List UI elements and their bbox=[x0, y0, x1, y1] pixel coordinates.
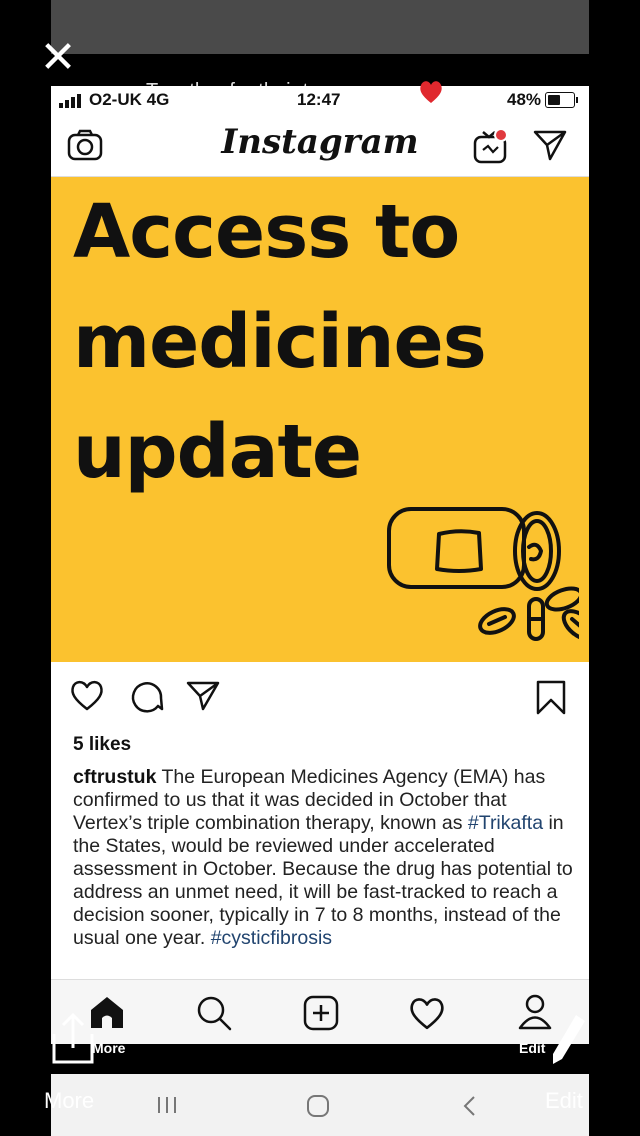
likes-count[interactable]: 5 likes bbox=[73, 734, 131, 756]
upload-icon[interactable] bbox=[50, 1012, 96, 1066]
battery-icon bbox=[545, 92, 575, 108]
post-image[interactable]: Access to medicines update bbox=[51, 177, 589, 662]
recent-apps-icon[interactable] bbox=[155, 1094, 179, 1116]
signal-icon bbox=[59, 94, 81, 108]
hashtag-cysticfibrosis[interactable]: #cysticfibrosis bbox=[211, 927, 332, 949]
pill-bottle-illustration bbox=[387, 507, 579, 641]
search-icon[interactable] bbox=[195, 994, 233, 1032]
viewer-top-bar bbox=[51, 0, 589, 54]
heart-icon[interactable] bbox=[69, 678, 105, 712]
image-text-line-3: update bbox=[73, 409, 362, 495]
hashtag-trikafta[interactable]: #Trikafta bbox=[468, 812, 543, 834]
post-actions bbox=[51, 674, 589, 718]
shared-screenshot: O2-UK 4G 12:47 48% Instagram Access to m… bbox=[51, 86, 589, 1044]
share-icon[interactable] bbox=[185, 680, 221, 712]
carrier-label: O2-UK 4G bbox=[89, 90, 170, 109]
status-bar: O2-UK 4G 12:47 48% bbox=[51, 86, 589, 114]
image-text-line-1: Access to bbox=[73, 189, 460, 275]
activity-heart-icon[interactable] bbox=[408, 995, 446, 1031]
clock: 12:47 bbox=[297, 90, 341, 109]
direct-message-icon[interactable] bbox=[532, 128, 568, 162]
add-icon[interactable] bbox=[302, 994, 340, 1032]
edit-button[interactable]: Edit bbox=[545, 1088, 583, 1114]
more-overlay-label[interactable]: More bbox=[92, 1040, 125, 1056]
instagram-bottom-nav bbox=[51, 979, 589, 1044]
home-button-icon[interactable] bbox=[306, 1095, 330, 1117]
battery-percent: 48% bbox=[507, 90, 542, 109]
phone-navigation-bar bbox=[51, 1074, 589, 1136]
back-icon[interactable] bbox=[461, 1095, 479, 1117]
edit-overlay-label[interactable]: Edit bbox=[519, 1040, 545, 1056]
more-button[interactable]: More bbox=[44, 1088, 94, 1114]
battery-level-fill bbox=[548, 95, 560, 105]
close-icon[interactable]: ✕ bbox=[36, 36, 80, 80]
pencil-icon[interactable] bbox=[548, 1012, 588, 1068]
image-text-line-2: medicines bbox=[73, 299, 487, 385]
caption-username[interactable]: cftrustuk bbox=[73, 766, 156, 788]
instagram-header: Instagram bbox=[51, 116, 589, 177]
comment-icon[interactable] bbox=[128, 679, 164, 713]
post-caption: cftrustuk The European Medicines Agency … bbox=[73, 766, 573, 950]
igtv-icon[interactable] bbox=[471, 126, 511, 166]
bookmark-icon[interactable] bbox=[535, 680, 567, 716]
red-heart-icon bbox=[420, 81, 442, 103]
battery-nub bbox=[576, 97, 578, 103]
